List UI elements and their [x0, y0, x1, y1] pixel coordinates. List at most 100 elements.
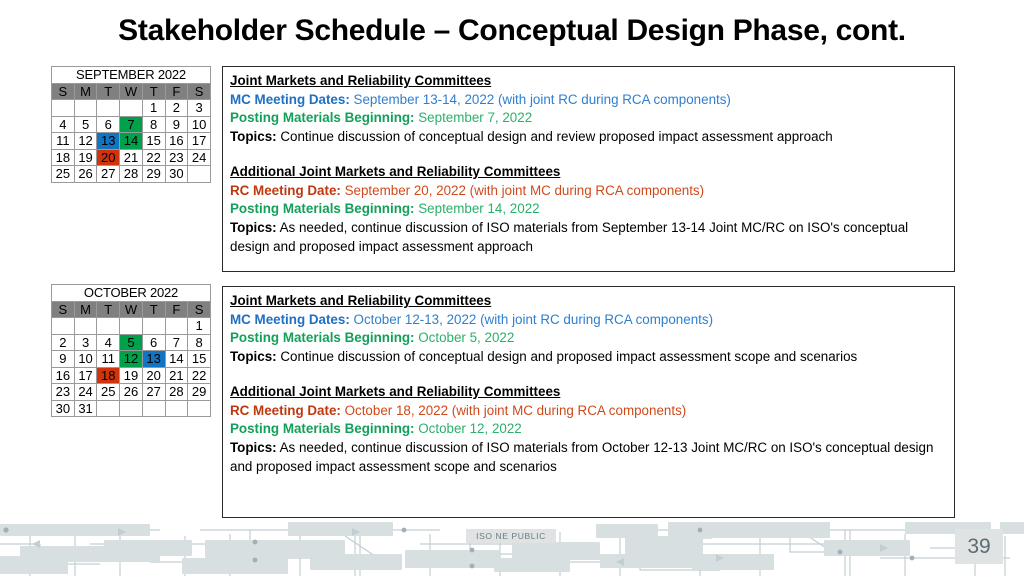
- calendar-title-september: SEPTEMBER 2022: [51, 66, 211, 84]
- calendar-week-row: 11 12 13 14 15 16 17: [51, 132, 211, 150]
- posting-materials-row-oct: Posting Materials Beginning: October 5, …: [230, 329, 947, 348]
- calendar-day[interactable]: 11: [51, 132, 75, 150]
- calendar-october: OCTOBER 2022 S M T W T F S 1 2 3 4 5 6 7 8 9 10 11 12 13 14 15…: [51, 284, 211, 417]
- page-title: Stakeholder Schedule – Conceptual Design…: [118, 14, 906, 47]
- calendar-day[interactable]: 24: [187, 148, 211, 166]
- calendar-day[interactable]: 17: [187, 132, 211, 150]
- calendar-day[interactable]: 27: [96, 165, 121, 183]
- section-heading-additional-label: Additional Joint Markets and Reliability…: [230, 163, 561, 179]
- calendar-day[interactable]: 30: [164, 165, 189, 183]
- calendar-day[interactable]: 9: [164, 115, 189, 133]
- calendar-day[interactable]: 9: [51, 350, 75, 368]
- topics-value-oct: Continue discussion of conceptual design…: [280, 349, 858, 365]
- calendar-day[interactable]: 10: [73, 350, 98, 368]
- calendar-day[interactable]: 4: [96, 333, 121, 351]
- posting-materials-value: September 7, 2022: [418, 110, 533, 126]
- calendar-day-empty: [119, 317, 143, 335]
- calendar-day[interactable]: 28: [164, 383, 189, 401]
- calendar-day[interactable]: 15: [141, 132, 166, 150]
- topics-row-additional: Topics: As needed, continue discussion o…: [230, 219, 947, 256]
- calendar-day[interactable]: 1: [187, 317, 211, 335]
- calendar-day[interactable]: 19: [73, 148, 98, 166]
- footer-confidentiality-label: ISO NE PUBLIC: [466, 529, 556, 543]
- calendar-day-empty: [119, 99, 143, 117]
- calendar-week-row: 9 10 11 12 13 14 15: [51, 350, 211, 368]
- posting-materials-label-additional-oct: Posting Materials Beginning:: [230, 421, 415, 437]
- calendar-day[interactable]: 21: [164, 366, 189, 384]
- calendar-day-empty: [73, 99, 98, 117]
- calendar-day[interactable]: 19: [119, 366, 143, 384]
- calendar-dow-4: T: [141, 300, 166, 318]
- calendar-day[interactable]: 18: [51, 148, 75, 166]
- rc-meeting-date-label: RC Meeting Date:: [230, 182, 341, 198]
- schedule-box-september: Joint Markets and Reliability Committees…: [222, 66, 955, 272]
- calendar-day[interactable]: 17: [73, 366, 98, 384]
- rc-meeting-date-row-oct: RC Meeting Date: October 18, 2022 (with …: [230, 402, 947, 421]
- calendar-day[interactable]: 29: [187, 383, 211, 401]
- topics-label-oct: Topics:: [230, 349, 277, 365]
- calendar-day[interactable]: 26: [119, 383, 143, 401]
- calendar-day[interactable]: 3: [187, 99, 211, 117]
- calendar-day[interactable]: 22: [187, 366, 211, 384]
- calendar-day[interactable]: 23: [164, 148, 189, 166]
- calendar-day[interactable]: 27: [141, 383, 166, 401]
- calendar-day-highlighted[interactable]: 7: [119, 115, 143, 133]
- calendar-day-highlighted[interactable]: 20: [96, 148, 121, 166]
- calendar-day-highlighted[interactable]: 5: [119, 333, 143, 351]
- calendar-day[interactable]: 28: [119, 165, 143, 183]
- calendar-day[interactable]: 23: [51, 383, 75, 401]
- calendar-day[interactable]: 12: [73, 132, 98, 150]
- calendar-day[interactable]: 10: [187, 115, 211, 133]
- section-heading-additional-label-oct: Additional Joint Markets and Reliability…: [230, 383, 561, 399]
- calendar-day[interactable]: 30: [51, 399, 75, 417]
- calendar-day[interactable]: 16: [164, 132, 189, 150]
- calendar-day[interactable]: 2: [51, 333, 75, 351]
- topics-row-additional-oct: Topics: As needed, continue discussion o…: [230, 439, 947, 476]
- calendar-dow-0: S: [51, 82, 75, 100]
- calendar-day[interactable]: 22: [141, 148, 166, 166]
- calendar-day[interactable]: 7: [164, 333, 189, 351]
- calendar-day-highlighted[interactable]: 18: [96, 366, 121, 384]
- posting-materials-value-additional-oct: October 12, 2022: [418, 421, 522, 437]
- topics-row-oct: Topics: Continue discussion of conceptua…: [230, 348, 947, 367]
- calendar-day[interactable]: 14: [164, 350, 189, 368]
- calendar-day[interactable]: 20: [141, 366, 166, 384]
- calendar-day[interactable]: 4: [51, 115, 75, 133]
- calendar-day[interactable]: 15: [187, 350, 211, 368]
- calendar-day[interactable]: 21: [119, 148, 143, 166]
- calendar-day-highlighted[interactable]: 14: [119, 132, 143, 150]
- calendar-day-empty: [96, 399, 121, 417]
- calendar-day[interactable]: 6: [96, 115, 121, 133]
- posting-materials-label: Posting Materials Beginning:: [230, 110, 415, 126]
- calendar-day[interactable]: 8: [187, 333, 211, 351]
- calendar-day[interactable]: 6: [141, 333, 166, 351]
- calendar-day[interactable]: 16: [51, 366, 75, 384]
- calendar-day[interactable]: 5: [73, 115, 98, 133]
- calendar-day[interactable]: 2: [164, 99, 189, 117]
- calendar-day-highlighted[interactable]: 13: [96, 132, 121, 150]
- calendar-day[interactable]: 25: [96, 383, 121, 401]
- calendar-day[interactable]: 11: [96, 350, 121, 368]
- calendar-day-empty: [51, 99, 75, 117]
- calendar-day[interactable]: 1: [141, 99, 166, 117]
- calendar-day[interactable]: 29: [141, 165, 166, 183]
- mc-meeting-dates-row: MC Meeting Dates: September 13-14, 2022 …: [230, 91, 947, 110]
- calendar-dow-row: SMTWTFS: [51, 82, 211, 100]
- calendar-day[interactable]: 24: [73, 383, 98, 401]
- calendar-day[interactable]: 31: [73, 399, 98, 417]
- topics-value-additional-oct: As needed, continue discussion of ISO ma…: [230, 439, 934, 474]
- calendar-day[interactable]: 3: [73, 333, 98, 351]
- calendar-october-body: OCTOBER 2022 S M T W T F S 1 2 3 4 5 6 7 8 9 10 11 12 13 14 15…: [51, 284, 211, 417]
- calendar-day-empty: [51, 317, 75, 335]
- calendar-day[interactable]: 25: [51, 165, 75, 183]
- calendar-title-october: OCTOBER 2022: [51, 284, 211, 302]
- calendar-day-highlighted[interactable]: 12: [119, 350, 143, 368]
- schedule-box-october: Joint Markets and Reliability Committees…: [222, 286, 955, 518]
- calendar-day[interactable]: 8: [141, 115, 166, 133]
- calendar-day-highlighted[interactable]: 13: [141, 350, 166, 368]
- mc-meeting-dates-label: MC Meeting Dates:: [230, 91, 350, 107]
- calendar-september: SEPTEMBER 2022 S M T W T F S 1 2 3 4 5 6 7 8 9 10 11 12 13 14…: [51, 66, 211, 183]
- calendar-day-empty: [96, 317, 121, 335]
- calendar-day[interactable]: 26: [73, 165, 98, 183]
- rc-meeting-date-label-oct: RC Meeting Date:: [230, 402, 341, 418]
